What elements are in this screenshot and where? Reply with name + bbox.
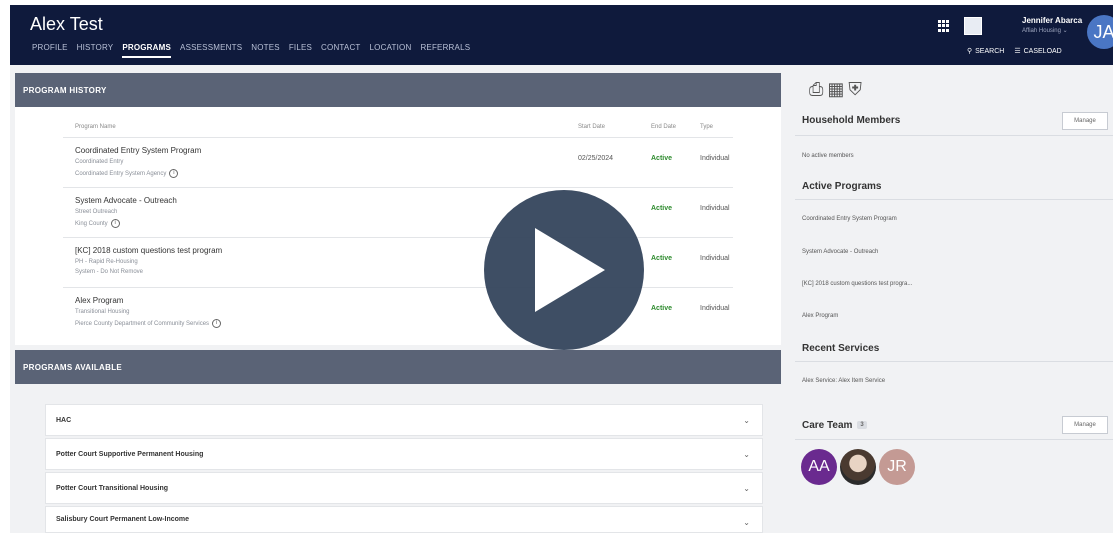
col-end-date: End Date [651, 124, 677, 130]
active-program-item[interactable]: System Advocate - Outreach [802, 249, 878, 255]
tab-location[interactable]: LOCATION [370, 43, 412, 58]
chevron-down-icon: ⌄ [743, 450, 750, 459]
shield-icon[interactable]: ⛨ [848, 79, 862, 100]
search-link[interactable]: ⚲ SEARCH [967, 47, 1004, 56]
user-name: Jennifer Abarca [1022, 16, 1083, 25]
active-program-item[interactable]: Coordinated Entry System Program [802, 216, 897, 222]
tab-assessments[interactable]: ASSESSMENTS [180, 43, 242, 58]
user-menu[interactable]: Jennifer Abarca Affiah Housing ⌄ [1022, 16, 1082, 34]
list-item[interactable]: Salisbury Court Permanent Low-Income ⌄ [45, 506, 763, 533]
tab-notes[interactable]: NOTES [251, 43, 280, 58]
household-text: No active members [802, 153, 854, 159]
play-icon[interactable] [535, 228, 605, 312]
chevron-down-icon: ⌄ [743, 518, 750, 527]
search-icon: ⚲ [967, 48, 973, 55]
top-icons [938, 17, 982, 35]
info-icon[interactable]: i [212, 319, 222, 328]
manage-care-team-button[interactable]: Manage [1062, 416, 1108, 434]
chevron-down-icon: ⌄ [743, 484, 750, 493]
col-type: Type [700, 124, 714, 130]
tab-profile[interactable]: PROFILE [32, 43, 68, 58]
tab-history[interactable]: HISTORY [77, 43, 114, 58]
chevron-down-icon: ⌄ [743, 416, 750, 425]
top-bar: Alex Test PROFILE HISTORY PROGRAMS ASSES… [10, 5, 1113, 65]
tab-referrals[interactable]: REFERRALS [420, 43, 470, 58]
info-icon[interactable]: i [110, 219, 120, 228]
print-icon[interactable]: ⎙ [809, 79, 823, 100]
info-icon[interactable]: i [169, 169, 179, 178]
chevron-down-icon: ⌄ [1062, 28, 1068, 34]
col-start-date: Start Date [578, 124, 606, 130]
list-item[interactable]: Potter Court Transitional Housing ⌄ [45, 472, 763, 504]
programs-available-header: PROGRAMS AVAILABLE [15, 350, 781, 384]
table-row[interactable]: Coordinated Entry System Program Coordin… [63, 137, 733, 187]
sidebar: ⎙ ▦ ⛨ Household Members Manage No active… [783, 65, 1113, 533]
tab-files[interactable]: FILES [289, 43, 312, 58]
program-history-panel: Program Name Start Date End Date Type Co… [15, 107, 781, 345]
care-team-count: 3 [857, 421, 867, 430]
agency-logo-icon[interactable] [964, 17, 982, 35]
history-columns: Program Name Start Date End Date Type [75, 124, 761, 138]
active-programs-heading: Active Programs [802, 181, 882, 192]
recent-service-item[interactable]: Alex Service: Alex Item Service [802, 378, 885, 384]
household-heading: Household Members [802, 115, 901, 126]
divider [795, 361, 1113, 362]
manage-household-button[interactable]: Manage [1062, 112, 1108, 130]
care-team-avatars: AA JR [801, 449, 915, 485]
calendar-icon[interactable]: ▦ [827, 79, 844, 100]
care-team-heading: Care Team 3 [802, 420, 867, 431]
list-item[interactable]: HAC ⌄ [45, 404, 763, 436]
program-history-header: PROGRAM HISTORY [15, 73, 781, 107]
list-item[interactable]: Potter Court Supportive Permanent Housin… [45, 438, 763, 470]
caseload-link[interactable]: ☰ CASELOAD [1014, 47, 1061, 56]
programs-available-panel: HAC ⌄ Potter Court Supportive Permanent H… [15, 384, 781, 533]
app-frame: Alex Test PROFILE HISTORY PROGRAMS ASSES… [0, 0, 1113, 533]
top-links: ⚲ SEARCH ☰ CASELOAD [967, 47, 1062, 56]
client-name: Alex Test [30, 14, 103, 34]
avatar[interactable] [840, 449, 876, 485]
user-avatar[interactable]: JA [1087, 15, 1113, 49]
divider [795, 135, 1113, 136]
col-program-name: Program Name [75, 124, 116, 130]
menu-icon: ☰ [1014, 48, 1021, 55]
main-content: PROGRAM HISTORY Program Name Start Date … [10, 65, 783, 533]
divider [795, 439, 1113, 440]
divider [795, 199, 1113, 200]
grid-icon[interactable] [938, 20, 950, 32]
active-program-item[interactable]: Alex Program [802, 313, 838, 319]
tab-programs[interactable]: PROGRAMS [122, 43, 172, 58]
user-org: Affiah Housing ⌄ [1022, 28, 1068, 34]
avatar[interactable]: AA [801, 449, 837, 485]
client-nav: PROFILE HISTORY PROGRAMS ASSESSMENTS NOT… [32, 43, 470, 58]
tool-icons: ⎙ ▦ ⛨ [809, 79, 862, 100]
avatar[interactable]: JR [879, 449, 915, 485]
tab-contact[interactable]: CONTACT [321, 43, 360, 58]
recent-services-heading: Recent Services [802, 343, 880, 354]
active-program-item[interactable]: [KC] 2018 custom questions test progra..… [802, 281, 912, 287]
